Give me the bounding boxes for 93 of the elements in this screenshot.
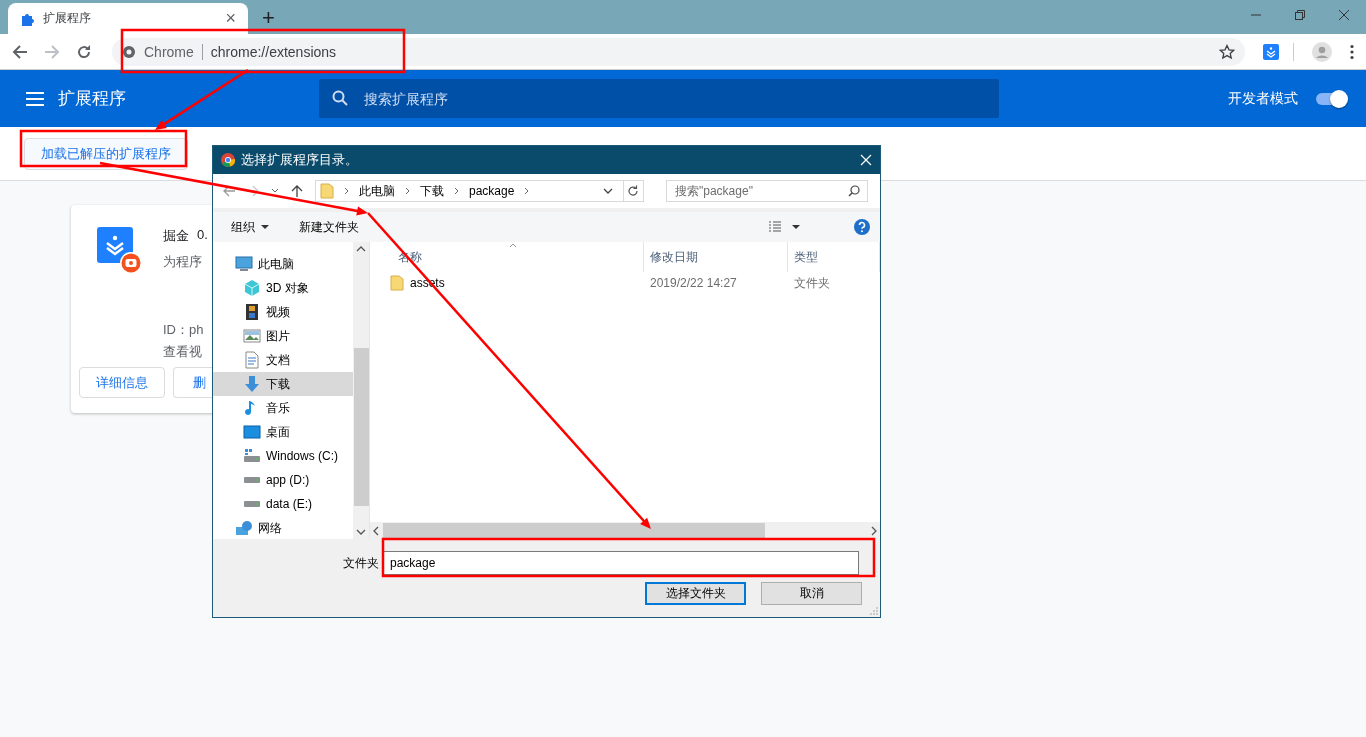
puzzle-icon [20,11,34,26]
search-field[interactable]: 搜索扩展程序 [319,79,999,118]
extension-id: ID：ph [163,321,204,339]
cancel-button[interactable]: 取消 [761,582,862,605]
details-button[interactable]: 详细信息 [79,367,165,398]
column-header[interactable]: 类型 [788,242,880,272]
tab-title: 扩展程序 [43,10,92,27]
menu-icon[interactable] [26,91,44,106]
sort-caret-icon [509,243,517,248]
extension-icon[interactable] [1263,43,1279,60]
nav-item[interactable]: 音乐 [213,396,353,420]
toggle-switch[interactable] [1316,92,1346,105]
picture-icon [243,327,261,345]
extension-logo-icon [97,227,141,275]
chevron-down-icon[interactable] [271,188,279,194]
breadcrumb-item[interactable]: package [469,184,515,198]
search-icon [332,90,348,106]
folder-icon [320,183,334,199]
nav-item[interactable]: 此电脑 [213,252,353,276]
chrome-logo-icon [221,153,235,167]
help-icon[interactable] [854,219,870,235]
nav-item[interactable]: app (D:) [213,468,353,492]
load-unpacked-button[interactable]: 加载已解压的扩展程序 [24,137,188,170]
developer-mode-label: 开发者模式 [1228,89,1298,108]
scrollbar[interactable] [353,242,369,539]
url-text: chrome://extensions [210,43,338,60]
remove-button[interactable]: 删 [173,367,212,398]
search-icon [848,185,860,197]
reload-icon[interactable] [76,43,92,60]
up-arrow-icon[interactable] [291,185,303,197]
menu-icon[interactable] [1350,43,1354,60]
nav-item[interactable]: 文档 [213,348,353,372]
folder-icon [390,275,404,291]
folder-input[interactable]: package [383,551,859,575]
resize-grip-icon [870,607,878,615]
drive-icon [243,500,261,508]
monitor-icon [243,423,261,441]
nav-item[interactable]: Windows (C:) [213,444,353,468]
breadcrumb-item[interactable]: 此电脑 [359,182,395,200]
avatar-icon[interactable] [1312,41,1332,62]
chevron-right-icon [524,187,530,195]
tab-close-button[interactable]: × [223,8,238,29]
close-icon[interactable] [1338,9,1350,21]
new-tab-button[interactable]: + [258,5,279,31]
back-icon[interactable] [223,185,235,197]
nav-item[interactable]: 网络 [213,516,353,540]
nav-item[interactable]: data (E:) [213,492,353,516]
breadcrumb-item[interactable]: 下载 [420,182,444,200]
extension-description: 为程序 [163,253,202,271]
film-icon [243,303,261,321]
chevron-right-icon [344,187,349,195]
caret-icon [261,225,269,229]
nav-item[interactable]: 图片 [213,324,353,348]
down-arrow-icon [243,375,261,393]
caret-icon[interactable] [792,225,800,229]
nav-item[interactable]: 桌面 [213,420,353,444]
select-folder-button[interactable]: 选择文件夹 [645,582,746,605]
computer-icon [235,255,253,273]
star-icon[interactable] [1219,43,1235,60]
organize-menu[interactable]: 组织 [231,218,269,236]
chevron-left-icon[interactable] [373,525,379,536]
chrome-logo-icon [122,44,136,59]
search-field[interactable]: 搜索"package" [666,180,868,202]
address-bar[interactable]: 此电脑 下载 package [315,180,644,202]
restore-icon[interactable] [1294,9,1306,21]
drive-icon [243,447,261,465]
address-bar[interactable]: Chrome chrome://extensions [112,37,1245,66]
browser-tab[interactable]: 扩展程序 × [8,3,248,34]
cube-icon [243,279,261,297]
folder-label: 文件夹 [343,554,379,572]
network-icon [235,519,253,537]
document-icon [243,351,261,369]
column-header[interactable]: 修改日期 [644,242,788,272]
dialog-title: 选择扩展程序目录。 [241,151,358,169]
chevron-up-icon[interactable] [356,246,366,252]
back-icon[interactable] [12,43,28,60]
file-type: 文件夹 [793,274,831,292]
extension-version: 0. [197,227,208,244]
new-folder-button[interactable]: 新建文件夹 [299,218,359,236]
nav-item[interactable]: 下载 [213,372,353,396]
page-title: 扩展程序 [58,88,127,110]
chevron-down-icon[interactable] [356,529,366,535]
chevron-right-icon[interactable] [871,525,877,536]
extension-name: 掘金 [163,227,189,245]
nav-item[interactable]: 视频 [213,300,353,324]
drive-icon [243,476,261,484]
view-link[interactable]: 查看视 [163,343,202,361]
nav-item[interactable]: 3D 对象 [213,276,353,300]
chevron-down-icon[interactable] [603,188,613,194]
file-date: 2019/2/22 14:27 [649,276,738,290]
site-label: Chrome [144,43,194,60]
chevron-right-icon [454,187,459,195]
chevron-right-icon [405,187,410,195]
